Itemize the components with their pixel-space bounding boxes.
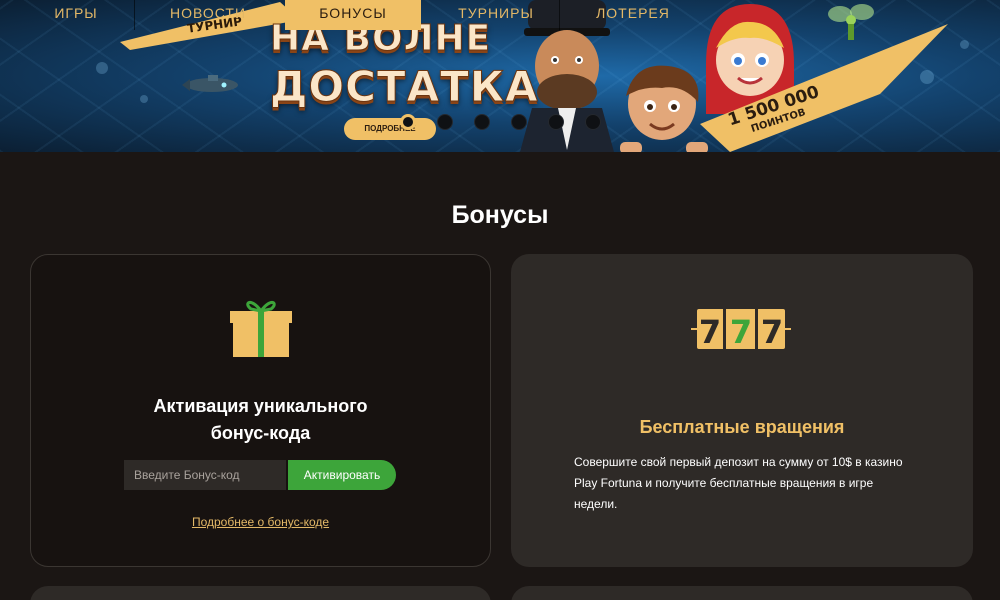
bonus-card-partial — [511, 586, 973, 600]
bonus-code-title-line1: Активация уникального — [153, 396, 368, 416]
bonus-code-more-link[interactable]: Подробнее о бонус-коде — [31, 515, 490, 529]
bubble-decoration — [140, 95, 148, 103]
free-spins-description: Совершите свой первый депозит на сумму о… — [574, 455, 903, 511]
slider-dot[interactable] — [437, 114, 453, 130]
slider-dot[interactable] — [511, 114, 527, 130]
slider-dot[interactable] — [548, 114, 564, 130]
slider-dot[interactable] — [474, 114, 490, 130]
points-ribbon — [700, 24, 948, 152]
bonus-code-title: Активация уникального бонус-кода — [31, 393, 490, 447]
bubble-decoration — [96, 62, 108, 74]
svg-text:7: 7 — [699, 313, 721, 351]
nav-item-lottery[interactable]: ЛОТЕРЕЯ — [578, 0, 688, 30]
nav-item-tournaments[interactable]: ТУРНИРЫ — [440, 0, 552, 30]
slider-dot[interactable] — [400, 114, 416, 130]
activate-button[interactable]: Активировать — [288, 460, 396, 490]
free-spins-title: Бесплатные вращения — [639, 417, 845, 437]
nav-item-games[interactable]: ИГРЫ — [28, 0, 124, 30]
slot-777-icon: 7 7 7 — [691, 309, 791, 351]
bonus-code-input[interactable] — [124, 460, 286, 490]
slider-dot[interactable] — [585, 114, 601, 130]
bubble-decoration — [960, 40, 969, 49]
banner-headline-line2: ДОСТАТКА — [270, 62, 539, 112]
nav-separator — [134, 0, 135, 30]
bonus-code-card: Активация уникального бонус-кода Активир… — [30, 254, 491, 567]
gift-icon — [230, 301, 292, 357]
page-title: Бонусы — [451, 201, 549, 229]
slider-dots — [400, 114, 601, 130]
free-spins-card: 7 7 7 Бесплатные вращения Совершите свой… — [511, 254, 973, 567]
nav-item-bonuses[interactable]: БОНУСЫ — [285, 0, 421, 30]
nav-separator — [559, 0, 560, 30]
main-nav: ИГРЫ НОВОСТИ БОНУСЫ ТУРНИРЫ ЛОТЕРЕЯ — [0, 0, 1000, 30]
bonus-code-title-line2: бонус-кода — [210, 423, 311, 443]
nav-item-news[interactable]: НОВОСТИ — [156, 0, 260, 30]
bonus-card-partial — [30, 586, 491, 600]
svg-text:7: 7 — [761, 313, 783, 351]
svg-text:7: 7 — [730, 313, 752, 351]
promo-banner[interactable]: ТУРНИР НА ВОЛНЕ ДОСТАТКА ПОДРОБНЕЕ 1 500… — [0, 0, 1000, 152]
submarine-icon — [182, 75, 238, 92]
